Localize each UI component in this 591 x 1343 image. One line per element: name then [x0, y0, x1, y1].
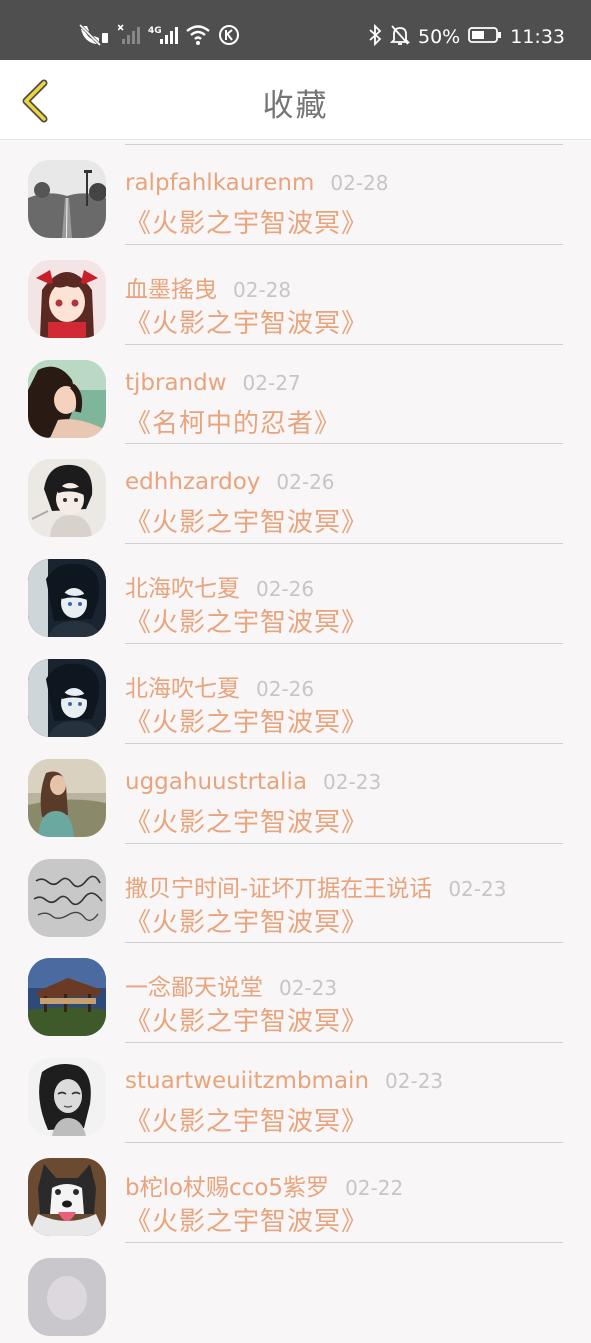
user-name: 撒贝宁时间-证坏丌据在王说话: [125, 875, 433, 902]
date: 02-28: [233, 277, 292, 302]
user-name: edhhzardoy: [125, 469, 261, 496]
list-item[interactable]: 北海吹七夏 02-26 《火影之宇智波冥》: [0, 644, 591, 744]
page-title: 收藏: [262, 88, 329, 124]
avatar: [28, 559, 106, 638]
date: 02-23: [448, 876, 507, 901]
battery-percent: 50%: [418, 26, 461, 48]
list-item[interactable]: 血墨搖曳 02-28 《火影之宇智波冥》: [0, 245, 591, 345]
list-item[interactable]: edhhzardoy 02-26 《火影之宇智波冥》: [0, 444, 591, 545]
date: 02-26: [276, 470, 335, 495]
novel-title: 《火影之宇智波冥》: [125, 308, 369, 339]
novel-title: 《火影之宇智波冥》: [125, 608, 369, 639]
header-bar: 收藏: [0, 60, 591, 140]
avatar: [28, 259, 106, 338]
user-name: stuartweuiitzmbmain: [125, 1068, 370, 1095]
list-item[interactable]: b柁lo杖赐cco5紫罗 02-22 《火影之宇智波冥》: [0, 1143, 591, 1243]
date: 02-22: [345, 1175, 404, 1200]
avatar: [28, 1257, 106, 1336]
clock: 11:33: [510, 26, 565, 48]
signal-weak-icon: [117, 24, 140, 50]
favorites-list: ralpfahlkaurenm 02-28 《火影之宇智波冥》 血墨搖曳 02-…: [0, 145, 591, 1343]
novel-title: 《火影之宇智波冥》: [125, 907, 369, 938]
avatar: [28, 858, 106, 937]
date: 02-27: [242, 370, 301, 395]
user-name: 北海吹七夏: [125, 576, 240, 603]
list-item[interactable]: 撒贝宁时间-证坏丌据在王说话 02-23 《火影之宇智波冥》: [0, 844, 591, 944]
novel-title: 《火影之宇智波冥》: [125, 807, 369, 838]
date: 02-28: [330, 171, 389, 195]
novel-title: 《名柯中的忍者》: [125, 408, 342, 439]
svg-text:4G: 4G: [148, 26, 162, 36]
date: 02-23: [279, 976, 338, 1001]
no-call-icon: [78, 23, 110, 50]
novel-title: 《火影之宇智波冥》: [125, 1007, 369, 1038]
avatar: [28, 958, 106, 1037]
user-name: 血墨搖曳: [125, 276, 217, 303]
user-name: 北海吹七夏: [125, 675, 240, 702]
avatar: [28, 359, 106, 438]
user-name: b柁lo杖赐cco5紫罗: [125, 1174, 330, 1201]
user-name: ralpfahlkaurenm: [125, 170, 315, 196]
battery-icon: [468, 25, 502, 50]
date: 02-23: [385, 1069, 444, 1094]
avatar: [28, 758, 106, 837]
novel-title: 《火影之宇智波冥》: [125, 1206, 369, 1237]
date: 02-23: [323, 769, 382, 794]
status-icons-left: 4G: [78, 23, 240, 50]
novel-title: 《火影之宇智波冥》: [125, 1107, 369, 1138]
app-k-icon: [218, 24, 240, 50]
avatar: [28, 160, 106, 238]
avatar: [28, 658, 106, 737]
avatar: [28, 459, 106, 538]
status-icons-right: 50% 11:33: [368, 23, 565, 51]
list-item[interactable]: [0, 1243, 591, 1343]
signal-4g-icon: 4G: [148, 24, 178, 50]
list-item[interactable]: stuartweuiitzmbmain 02-23 《火影之宇智波冥》: [0, 1043, 591, 1143]
mute-bell-icon: [389, 24, 411, 51]
novel-title: 《火影之宇智波冥》: [125, 508, 369, 539]
avatar: [28, 1157, 106, 1236]
list-item[interactable]: 一念鄙天说堂 02-23 《火影之宇智波冥》: [0, 943, 591, 1044]
date: 02-26: [256, 676, 315, 701]
novel-title: 《火影之宇智波冥》: [125, 707, 369, 738]
user-name: tjbrandw: [125, 369, 227, 396]
list-item[interactable]: 北海吹七夏 02-26 《火影之宇智波冥》: [0, 544, 591, 644]
date: 02-26: [256, 577, 315, 602]
list-item[interactable]: ralpfahlkaurenm 02-28 《火影之宇智波冥》: [0, 145, 591, 245]
list-item[interactable]: uggahuustrtalia 02-23 《火影之宇智波冥》: [0, 744, 591, 844]
user-name: uggahuustrtalia: [125, 768, 308, 795]
avatar: [28, 1058, 106, 1137]
list-item[interactable]: tjbrandw 02-27 《名柯中的忍者》: [0, 345, 591, 445]
user-name: 一念鄙天说堂: [125, 975, 263, 1002]
bluetooth-icon: [368, 23, 382, 51]
novel-title: 《火影之宇智波冥》: [125, 209, 369, 239]
wifi-icon: [186, 24, 210, 50]
